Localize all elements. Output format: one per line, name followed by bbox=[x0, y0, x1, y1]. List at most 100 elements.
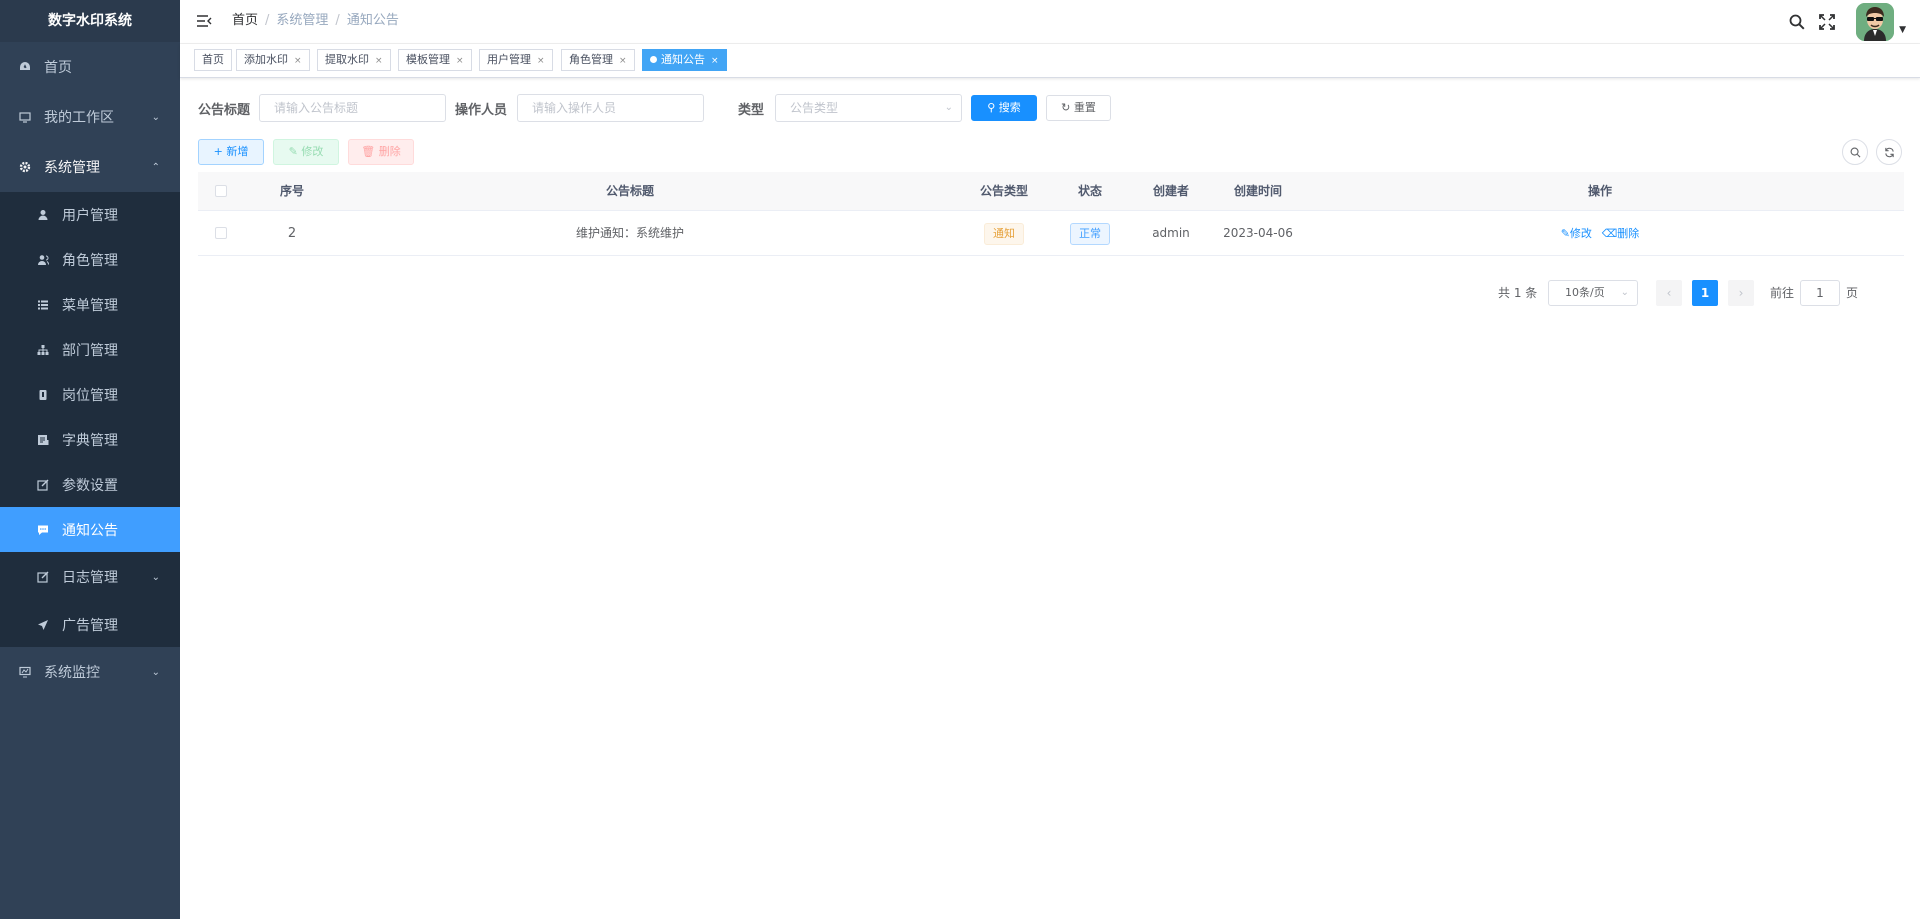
sidebar-item-label: 角色管理 bbox=[62, 252, 118, 269]
row-edit-link[interactable]: ✎修改 bbox=[1561, 227, 1592, 240]
select-all-checkbox[interactable] bbox=[215, 185, 227, 197]
pagination-total: 共 1 条 bbox=[1498, 286, 1538, 300]
tag-label: 模板管理 bbox=[406, 53, 450, 66]
tags-view: 首页 添加水印 × 提取水印 × 模板管理 × 用户管理 × 角色管理 × 通知公告 × bbox=[180, 44, 1920, 78]
search-icon[interactable] bbox=[1788, 13, 1806, 31]
tag-label: 添加水印 bbox=[244, 53, 288, 66]
navbar: 首页 / 系统管理 / 通知公告 ▼ bbox=[180, 0, 1920, 44]
goto-page-input[interactable]: 1 bbox=[1800, 280, 1840, 306]
sidebar-item-post[interactable]: 岗位管理 bbox=[0, 372, 180, 417]
close-icon[interactable]: × bbox=[619, 56, 627, 66]
sidebar-item-dict[interactable]: 字典管理 bbox=[0, 417, 180, 462]
tag-label: 提取水印 bbox=[325, 53, 369, 66]
breadcrumb-home[interactable]: 首页 bbox=[232, 13, 258, 28]
refresh-button[interactable] bbox=[1876, 139, 1902, 165]
operator-search-input[interactable]: 请输入操作人员 bbox=[517, 94, 704, 122]
page-size-value: 10条/页 bbox=[1565, 286, 1605, 299]
sidebar-item-monitor[interactable]: 系统监控 ⌄ bbox=[0, 647, 180, 697]
next-page-button[interactable]: › bbox=[1728, 280, 1754, 306]
sidebar-item-config[interactable]: 参数设置 bbox=[0, 462, 180, 507]
sidebar-item-user[interactable]: 用户管理 bbox=[0, 192, 180, 237]
type-select-placeholder: 公告类型 bbox=[790, 101, 839, 115]
title-filter-label: 公告标题 bbox=[198, 103, 251, 118]
active-dot-icon bbox=[650, 56, 657, 63]
row-delete-link[interactable]: ⌫删除 bbox=[1602, 227, 1640, 240]
tag-label: 用户管理 bbox=[487, 53, 531, 66]
column-header: 状态 bbox=[1077, 184, 1102, 198]
tag-home[interactable]: 首页 bbox=[194, 49, 232, 71]
sidebar-item-label: 系统管理 bbox=[44, 160, 100, 176]
toggle-search-button[interactable] bbox=[1842, 139, 1868, 165]
trash-icon: ⌫ bbox=[1601, 227, 1618, 240]
add-button[interactable]: + 新增 bbox=[198, 139, 264, 165]
tag-role[interactable]: 角色管理 × bbox=[561, 49, 635, 71]
sidebar-item-label: 用户管理 bbox=[62, 207, 118, 224]
edit-button-label: 修改 bbox=[301, 145, 324, 158]
tag-label: 通知公告 bbox=[661, 53, 705, 66]
close-icon[interactable]: × bbox=[375, 56, 383, 66]
sidebar-item-label: 广告管理 bbox=[62, 617, 118, 634]
search-icon bbox=[1850, 147, 1860, 157]
pagination: 共 1 条 10条/页 ⌄ ‹ 1 › 前往 1 页 bbox=[1498, 280, 1898, 306]
close-icon[interactable]: × bbox=[294, 56, 302, 66]
monitor-icon bbox=[18, 110, 32, 124]
sidebar-item-role[interactable]: 角色管理 bbox=[0, 237, 180, 282]
sidebar-item-label: 我的工作区 bbox=[44, 110, 114, 126]
close-icon[interactable]: × bbox=[456, 56, 464, 66]
sidebar-item-label: 首页 bbox=[44, 60, 72, 76]
user-avatar-dropdown[interactable]: ▼ bbox=[1856, 3, 1906, 41]
sidebar-item-ads[interactable]: 广告管理 bbox=[0, 602, 180, 647]
log-icon bbox=[36, 570, 50, 584]
chevron-down-icon: ⌄ bbox=[1620, 287, 1629, 298]
close-icon[interactable]: × bbox=[537, 56, 545, 66]
tag-notice[interactable]: 通知公告 × bbox=[642, 49, 727, 71]
sidebar-item-workspace[interactable]: 我的工作区 ⌄ bbox=[0, 92, 180, 142]
column-header: 序号 bbox=[279, 184, 304, 198]
tag-add-watermark[interactable]: 添加水印 × bbox=[236, 49, 310, 71]
breadcrumb: 首页 / 系统管理 / 通知公告 bbox=[232, 0, 399, 42]
tag-template[interactable]: 模板管理 × bbox=[398, 49, 472, 71]
cell-title: 维护通知：系统维护 bbox=[575, 226, 684, 240]
caret-down-icon: ▼ bbox=[1899, 25, 1906, 35]
refresh-icon bbox=[1884, 147, 1894, 157]
close-icon[interactable]: × bbox=[711, 56, 719, 66]
trash-icon: 🗑 bbox=[361, 145, 376, 158]
title-search-input[interactable]: 请输入公告标题 bbox=[259, 94, 446, 122]
prev-page-button[interactable]: ‹ bbox=[1656, 280, 1682, 306]
column-header: 公告类型 bbox=[979, 184, 1028, 198]
app-logo-title: 数字水印系统 bbox=[0, 0, 180, 42]
reset-button[interactable]: ↻ 重置 bbox=[1046, 95, 1111, 121]
delete-button[interactable]: 🗑 删除 bbox=[348, 139, 414, 165]
sidebar-item-label: 通知公告 bbox=[62, 522, 118, 539]
sidebar-item-home[interactable]: 首页 bbox=[0, 42, 180, 92]
search-button[interactable]: ⚲ 搜索 bbox=[971, 95, 1037, 121]
user-icon bbox=[36, 208, 50, 222]
sidebar-item-label: 岗位管理 bbox=[62, 387, 118, 404]
fullscreen-icon[interactable] bbox=[1818, 13, 1836, 31]
sidebar-item-dept[interactable]: 部门管理 bbox=[0, 327, 180, 372]
type-select[interactable]: 公告类型 ⌄ bbox=[775, 94, 962, 122]
sidebar-item-label: 部门管理 bbox=[62, 342, 118, 359]
post-icon bbox=[36, 388, 50, 402]
tag-user[interactable]: 用户管理 × bbox=[479, 49, 553, 71]
row-checkbox[interactable] bbox=[215, 227, 227, 239]
sidebar-item-system[interactable]: 系统管理 ⌃ bbox=[0, 142, 180, 192]
navbar-right-menu: ▼ bbox=[1788, 0, 1920, 44]
sidebar: 数字水印系统 首页 我的工作区 ⌄ 系统管理 ⌃ 用户管理 角色管理 菜单管理 … bbox=[0, 0, 180, 919]
sidebar-item-notice[interactable]: 通知公告 bbox=[0, 507, 180, 552]
page-size-select[interactable]: 10条/页 ⌄ bbox=[1548, 280, 1638, 306]
sidebar-item-label: 系统监控 bbox=[44, 665, 100, 681]
edit-button[interactable]: ✎ 修改 bbox=[273, 139, 339, 165]
sidebar-item-log[interactable]: 日志管理 ⌄ bbox=[0, 552, 180, 602]
page-number-button[interactable]: 1 bbox=[1692, 280, 1718, 306]
column-header: 公告标题 bbox=[605, 184, 654, 198]
hamburger-icon[interactable] bbox=[196, 13, 212, 29]
org-tree-icon bbox=[36, 343, 50, 357]
sidebar-item-menu[interactable]: 菜单管理 bbox=[0, 282, 180, 327]
breadcrumb-separator: / bbox=[335, 13, 340, 28]
operator-filter-label: 操作人员 bbox=[455, 103, 508, 118]
edit-icon: ✎ bbox=[288, 145, 298, 158]
tag-extract-watermark[interactable]: 提取水印 × bbox=[317, 49, 391, 71]
table-header: 序号 公告标题 公告类型 状态 创建者 创建时间 操作 bbox=[198, 172, 1904, 211]
dict-icon bbox=[36, 433, 50, 447]
